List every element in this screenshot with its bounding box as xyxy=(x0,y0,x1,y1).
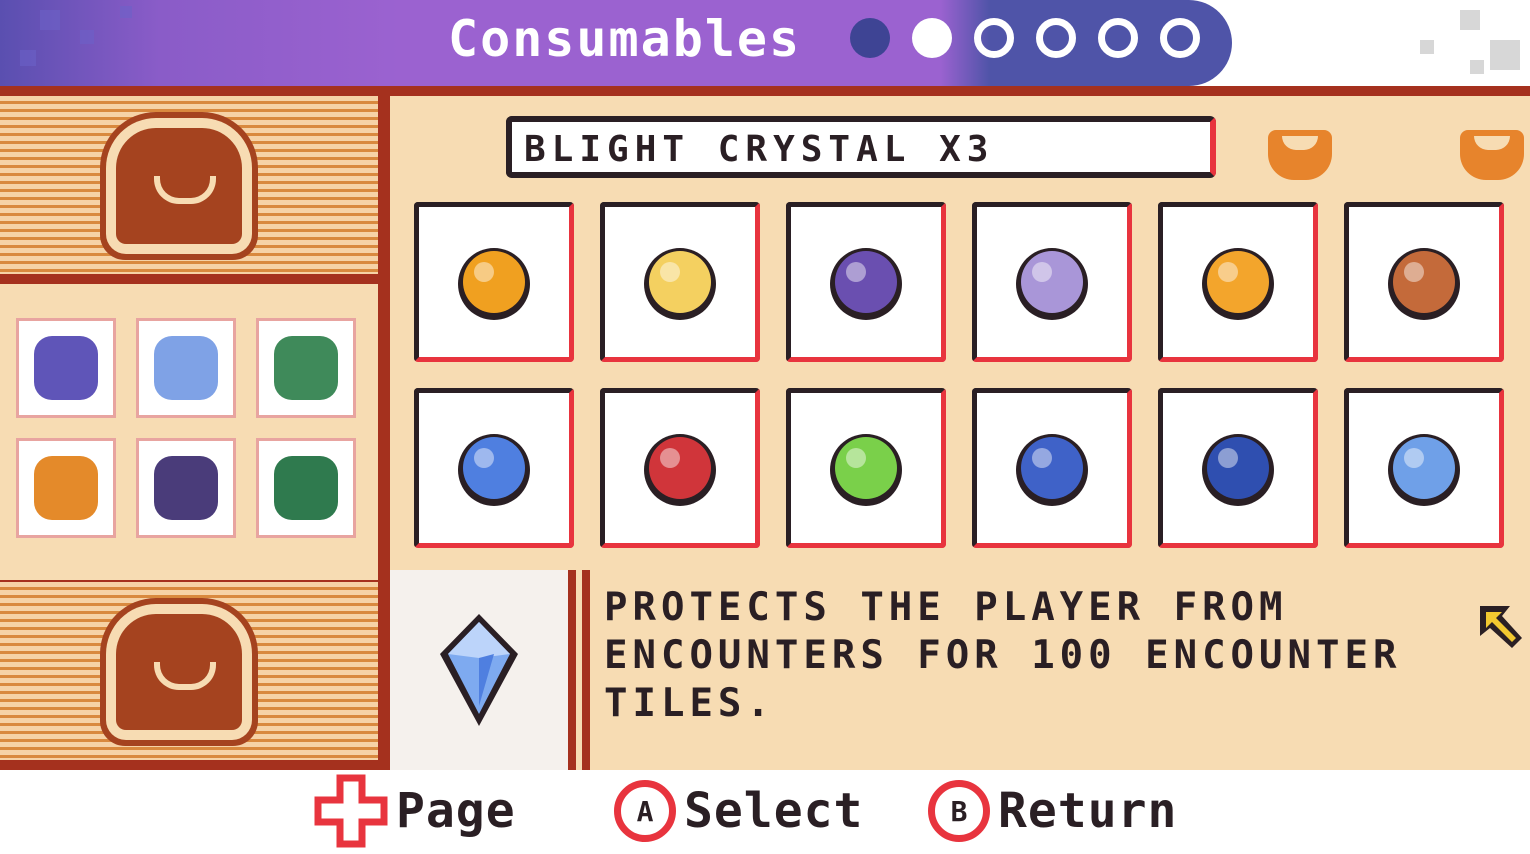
item-slot-skewer[interactable] xyxy=(414,202,574,362)
party-grid xyxy=(0,284,378,580)
page-dot[interactable] xyxy=(850,18,890,58)
item-slot-blight-crystal[interactable] xyxy=(1344,388,1504,548)
return-label: Return xyxy=(998,783,1178,839)
ice-orb-icon xyxy=(1188,418,1288,518)
item-slot-dark-orb[interactable] xyxy=(786,202,946,362)
party-slot[interactable] xyxy=(256,438,356,538)
item-slot-purple-rice-ball[interactable] xyxy=(972,202,1132,362)
pixel-decoration xyxy=(40,10,60,30)
pixel-decoration xyxy=(20,50,36,66)
blight-crystal-icon xyxy=(1374,418,1474,518)
sidebar-banner-top xyxy=(0,96,378,274)
select-hint[interactable]: A Select xyxy=(614,776,863,846)
page-dot[interactable] xyxy=(1036,18,1076,58)
pixel-decoration xyxy=(1470,60,1484,74)
dark-orb-icon xyxy=(816,232,916,332)
item-slot-ice-orb[interactable] xyxy=(1158,388,1318,548)
b-button-icon: B xyxy=(928,780,990,842)
party-slot[interactable] xyxy=(136,318,236,418)
blue-bomb-icon xyxy=(1002,418,1102,518)
red-scroll-icon xyxy=(630,418,730,518)
page-indicator xyxy=(850,18,1200,62)
sidebar-banner-bottom xyxy=(0,582,378,760)
vine-creature-icon xyxy=(274,456,338,520)
a-button-icon: A xyxy=(614,780,676,842)
controls-footer: Page A Select B Return xyxy=(0,770,1530,854)
item-slot-meat-pie[interactable] xyxy=(1344,202,1504,362)
pixel-decoration xyxy=(1420,40,1434,54)
party-slot[interactable] xyxy=(16,318,116,418)
page-dot[interactable] xyxy=(1098,18,1138,58)
skewer-icon xyxy=(444,232,544,332)
item-slot-water-drops[interactable] xyxy=(414,388,574,548)
item-preview xyxy=(390,570,576,770)
return-hint[interactable]: B Return xyxy=(928,776,1177,846)
inventory-panel: BLIGHT CRYSTAL X3 PROTECTS THE PLAYER FR… xyxy=(0,86,1530,770)
dpad-icon xyxy=(314,774,388,848)
purple-rice-ball-icon xyxy=(1002,232,1102,332)
item-slot-blue-bomb[interactable] xyxy=(972,388,1132,548)
item-description-box: PROTECTS THE PLAYER FROM ENCOUNTERS FOR … xyxy=(582,570,1530,770)
page-title: Consumables xyxy=(448,10,802,68)
witch-creature-icon xyxy=(34,336,98,400)
item-slot-red-scroll[interactable] xyxy=(600,388,760,548)
cursor-arrow-icon xyxy=(1480,606,1522,648)
item-area: BLIGHT CRYSTAL X3 PROTECTS THE PLAYER FR… xyxy=(390,96,1530,770)
golden-pie-icon xyxy=(1188,232,1288,332)
page-hint[interactable]: Page xyxy=(314,774,516,848)
header-bar: Consumables xyxy=(0,0,1530,86)
pixel-decoration xyxy=(1490,40,1520,70)
select-label: Select xyxy=(684,783,864,839)
pot-icon xyxy=(1460,130,1524,180)
page-dot[interactable] xyxy=(1160,18,1200,58)
item-slot-rice-ball[interactable] xyxy=(600,202,760,362)
pixel-decoration xyxy=(120,6,132,18)
party-slot[interactable] xyxy=(136,438,236,538)
guardian-emblem-icon xyxy=(116,128,242,244)
water-drops-icon xyxy=(444,418,544,518)
rice-ball-icon xyxy=(630,232,730,332)
green-spores-icon xyxy=(816,418,916,518)
party-sidebar xyxy=(0,86,384,770)
water-creature-icon xyxy=(154,336,218,400)
flame-creature-icon xyxy=(34,456,98,520)
pixel-decoration xyxy=(80,30,94,44)
item-slot-green-spores[interactable] xyxy=(786,388,946,548)
meat-pie-icon xyxy=(1374,232,1474,332)
item-description: PROTECTS THE PLAYER FROM ENCOUNTERS FOR … xyxy=(604,585,1402,726)
party-slot[interactable] xyxy=(16,438,116,538)
page-dot-current[interactable] xyxy=(912,18,952,58)
pot-icon xyxy=(1268,130,1332,180)
blight-crystal-icon xyxy=(440,614,518,726)
guardian-emblem-icon xyxy=(116,614,242,730)
page-label: Page xyxy=(396,783,516,839)
item-slot-golden-pie[interactable] xyxy=(1158,202,1318,362)
leaf-creature-icon xyxy=(274,336,338,400)
item-name: BLIGHT CRYSTAL X3 xyxy=(524,129,995,170)
pixel-decoration xyxy=(1460,10,1480,30)
party-slot[interactable] xyxy=(256,318,356,418)
shadow-creature-icon xyxy=(154,456,218,520)
item-name-box: BLIGHT CRYSTAL X3 xyxy=(506,116,1216,178)
page-dot[interactable] xyxy=(974,18,1014,58)
